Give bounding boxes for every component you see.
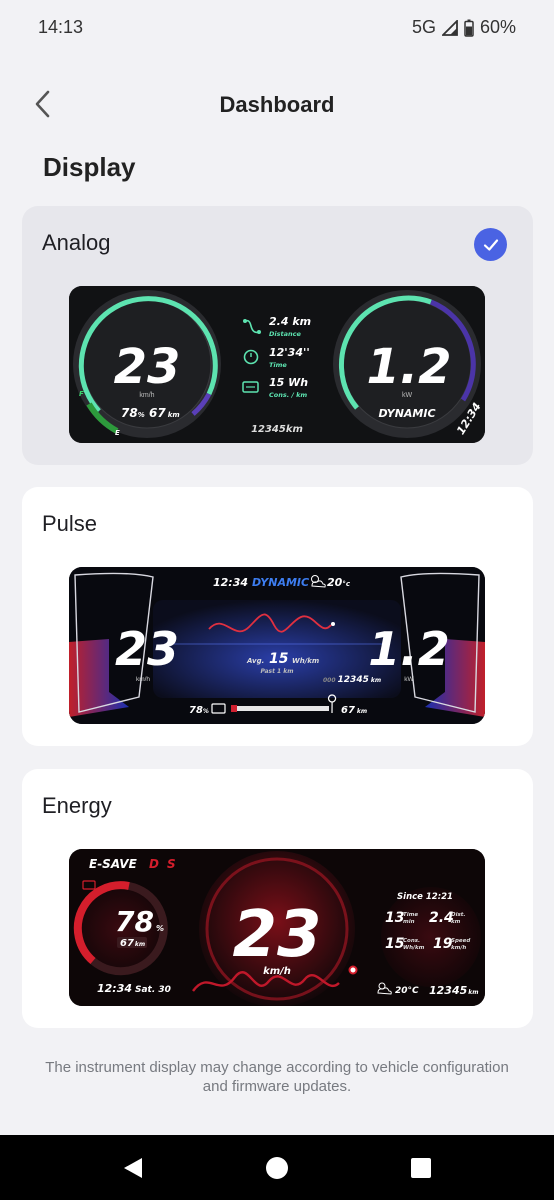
pulse-speed-unit: km/h bbox=[136, 676, 150, 683]
energy-trip-dist-label: Dist. bbox=[451, 912, 465, 918]
analog-time: 12'34'' bbox=[269, 346, 310, 359]
option-card-analog[interactable]: Analog F E 23 km/h 78% 67 km 2.4 km Dista… bbox=[22, 206, 533, 465]
analog-time-label: Time bbox=[269, 361, 287, 369]
analog-preview: F E 23 km/h 78% 67 km 2.4 km Distance 12'… bbox=[69, 286, 485, 443]
pulse-avg-unit: Wh/km bbox=[292, 657, 319, 665]
energy-trip-speed-label: Speed bbox=[451, 938, 470, 944]
option-label-pulse: Pulse bbox=[42, 511, 98, 536]
network-label: 5G bbox=[411, 17, 436, 37]
energy-trip-time-label: Time bbox=[403, 912, 418, 918]
energy-preview: E-SAVE D S 78% 67km 12:34 Sat. 30 23 km/… bbox=[69, 849, 485, 1006]
svg-text:12:34: 12:34 bbox=[213, 576, 248, 589]
battery-percent: 60% bbox=[479, 17, 516, 37]
analog-speed-unit: km/h bbox=[139, 392, 154, 399]
system-nav-bar bbox=[0, 1135, 554, 1200]
nav-recents-button[interactable] bbox=[408, 1155, 434, 1181]
energy-battery-unit: % bbox=[156, 924, 164, 933]
pulse-temp: 20 bbox=[327, 576, 343, 589]
analog-range: 67 bbox=[149, 406, 166, 420]
analog-consumption: 15 Wh bbox=[269, 376, 308, 389]
status-bar: 14:13 5G 60% bbox=[0, 0, 554, 56]
energy-battery: 78 bbox=[115, 905, 154, 938]
pulse-speed: 23 bbox=[115, 622, 179, 676]
analog-battery-unit: % bbox=[138, 411, 145, 419]
analog-mode: DYNAMIC bbox=[378, 407, 435, 420]
pulse-odometer: 12345 bbox=[338, 675, 369, 685]
pulse-avg-value: 15 bbox=[269, 651, 289, 667]
pulse-clock: 12:34 bbox=[213, 576, 248, 589]
analog-distance-label: Distance bbox=[269, 330, 301, 338]
energy-speed: 23 bbox=[232, 898, 321, 972]
square-recents-icon bbox=[411, 1158, 431, 1178]
analog-power-unit: kW bbox=[402, 392, 413, 399]
pulse-power-unit: kW bbox=[404, 676, 414, 683]
analog-odometer: 12345km bbox=[251, 424, 303, 435]
energy-trip-dist-unit: km bbox=[451, 919, 461, 925]
energy-trip-time-unit: min bbox=[403, 919, 415, 925]
analog-battery: 78 bbox=[121, 406, 138, 420]
circle-home-icon bbox=[266, 1157, 288, 1179]
energy-temp: 20°C bbox=[395, 986, 419, 996]
status-time: 14:13 bbox=[38, 17, 84, 37]
section-title: Display bbox=[43, 152, 136, 182]
pulse-battery: 78 bbox=[189, 705, 203, 716]
energy-range-unit: km bbox=[135, 941, 145, 948]
energy-trip-speed: 19 bbox=[433, 936, 453, 952]
energy-odometer-unit: km bbox=[468, 989, 478, 996]
pulse-avg-label: Avg. bbox=[246, 657, 264, 665]
option-card-energy[interactable]: Energy E-SAVE D S 78% 67km 12:34 Sat. 30… bbox=[22, 769, 533, 1028]
analog-distance: 2.4 km bbox=[269, 315, 311, 328]
battery-icon bbox=[464, 19, 474, 37]
pulse-mode: DYNAMIC bbox=[252, 576, 309, 589]
page-title: Dashboard bbox=[219, 92, 335, 117]
energy-range: 67 bbox=[120, 938, 134, 949]
nav-home-button[interactable] bbox=[264, 1155, 290, 1181]
selected-check-icon bbox=[474, 228, 507, 261]
pulse-preview: 12:34 DYNAMIC 20°c 23 km/h 1.2 kW Avg. 1… bbox=[69, 567, 485, 724]
pulse-range-unit: km bbox=[357, 708, 367, 715]
pulse-odometer-unit: km bbox=[371, 677, 381, 684]
energy-clock: 12:34 bbox=[97, 982, 132, 995]
energy-trip-cons-label: Cons. bbox=[403, 938, 420, 944]
analog-speed: 23 bbox=[114, 339, 181, 395]
energy-gear-s: S bbox=[167, 857, 176, 871]
energy-mode: E-SAVE bbox=[89, 857, 138, 871]
option-card-pulse[interactable]: Pulse 12:34 DYNAMIC 20°c 23 km/h 1.2 kW bbox=[22, 487, 533, 746]
option-label-energy: Energy bbox=[42, 793, 112, 818]
energy-gear-d: D bbox=[149, 857, 159, 871]
pulse-battery-unit: % bbox=[203, 708, 209, 715]
signal-icon bbox=[441, 19, 458, 36]
energy-trip-cons: 15 bbox=[385, 936, 405, 952]
triangle-back-icon bbox=[124, 1158, 142, 1178]
status-indicators: 5G 60% bbox=[412, 17, 516, 38]
pulse-power: 1.2 bbox=[368, 622, 450, 676]
fuel-full-label: F bbox=[79, 390, 84, 398]
energy-date: Sat. 30 bbox=[135, 985, 171, 995]
app-bar: Dashboard bbox=[0, 80, 554, 130]
energy-trip-cons-unit: Wh/km bbox=[403, 945, 425, 951]
disclaimer-text: The instrument display may change accord… bbox=[45, 1059, 509, 1095]
pulse-temp-unit: °c bbox=[342, 580, 351, 588]
option-label-analog: Analog bbox=[42, 230, 111, 255]
pulse-range: 67 bbox=[341, 705, 355, 716]
energy-odometer: 12345 bbox=[429, 984, 468, 997]
energy-trip-time: 13 bbox=[385, 910, 404, 926]
nav-back-button[interactable] bbox=[120, 1155, 146, 1181]
svg-text:00012345km: 000 12345 km bbox=[323, 675, 381, 685]
fuel-empty-label: E bbox=[115, 429, 120, 437]
analog-range-unit: km bbox=[168, 411, 180, 419]
analog-consumption-label: Cons. / km bbox=[269, 391, 307, 399]
pulse-odometer-prefix: 000 bbox=[323, 677, 336, 684]
energy-trip-speed-unit: km/h bbox=[451, 945, 466, 951]
pulse-avg-note: Past 1 km bbox=[260, 668, 293, 675]
analog-power: 1.2 bbox=[366, 339, 451, 395]
energy-since: Since 12:21 bbox=[397, 892, 453, 902]
